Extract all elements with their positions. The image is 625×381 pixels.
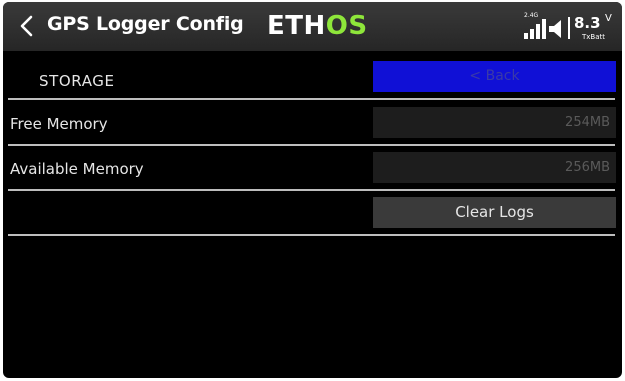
available-memory-value: 256MB xyxy=(373,152,616,183)
row-divider xyxy=(8,98,615,100)
free-memory-value: 254MB xyxy=(373,107,616,138)
ethos-screen: GPS Logger Config ETHOS 2.4G 8.3 V TxBat… xyxy=(3,2,622,378)
free-memory-label: Free Memory xyxy=(10,115,108,133)
logo-text-eth: ETH xyxy=(267,11,326,41)
signal-bars-icon xyxy=(524,19,546,39)
row-divider xyxy=(8,234,615,236)
row-divider xyxy=(8,144,615,146)
chevron-left-icon[interactable] xyxy=(15,13,41,39)
title-bar: GPS Logger Config ETHOS 2.4G 8.3 V TxBat… xyxy=(3,2,622,51)
back-button[interactable]: < Back xyxy=(373,61,616,92)
available-memory-label: Available Memory xyxy=(10,160,144,178)
page-title: GPS Logger Config xyxy=(47,13,244,35)
row-divider xyxy=(8,189,615,191)
status-divider xyxy=(568,17,570,39)
battery-unit: V xyxy=(605,13,612,24)
battery-value: 8.3 xyxy=(574,14,601,32)
section-title-storage: STORAGE xyxy=(39,72,115,90)
signal-band-label: 2.4G xyxy=(524,12,539,19)
logo-text-os: OS xyxy=(325,11,368,41)
battery-label: TxBatt xyxy=(582,33,605,41)
clear-logs-button[interactable]: Clear Logs xyxy=(373,197,616,228)
speaker-icon xyxy=(549,20,561,38)
status-area: 2.4G 8.3 V TxBatt xyxy=(524,9,614,45)
ethos-logo: ETHOS xyxy=(267,12,368,40)
